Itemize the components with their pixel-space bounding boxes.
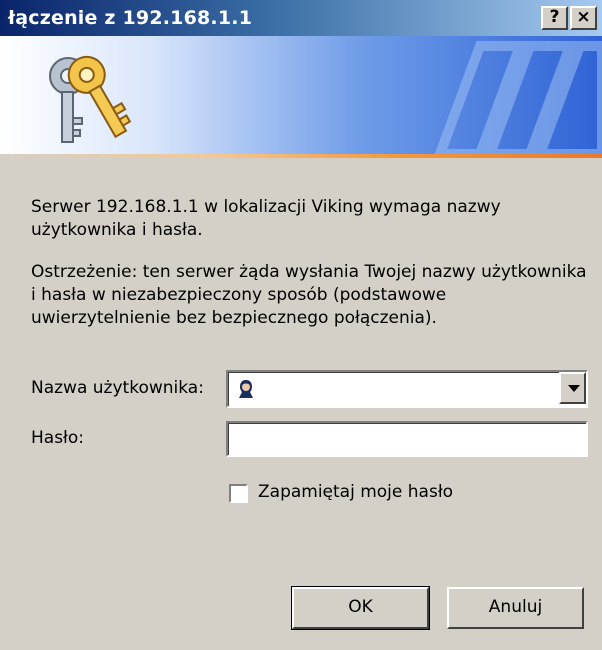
server-message: Serwer 192.168.1.1 w lokalizacji Viking … [31,197,501,240]
credentials-dialog: łączenie z 192.168.1.1 ? × Serwer 192.16… [0,0,602,650]
username-dropdown-button[interactable] [559,372,586,404]
title-bar[interactable]: łączenie z 192.168.1.1 ? × [0,0,602,36]
username-label: Nazwa użytkownika: [31,378,204,398]
close-button[interactable]: × [570,6,597,30]
username-combobox[interactable] [226,370,588,408]
password-field[interactable] [226,421,588,457]
password-label: Hasło: [31,428,85,448]
chevron-down-icon [568,385,580,392]
ok-button[interactable]: OK [291,586,430,630]
banner-divider [0,154,602,158]
cancel-button[interactable]: Anuluj [447,587,584,629]
security-warning: Ostrzeżenie: ten serwer żąda wysłania Tw… [31,262,587,328]
banner-decoration [434,41,602,154]
help-button[interactable]: ? [541,6,568,30]
window-title: łączenie z 192.168.1.1 [8,7,253,29]
remember-password-label[interactable]: Zapamiętaj moje hasło [258,482,453,502]
remember-password-checkbox[interactable] [229,484,248,503]
user-icon [236,378,256,400]
keys-icon [49,55,132,143]
